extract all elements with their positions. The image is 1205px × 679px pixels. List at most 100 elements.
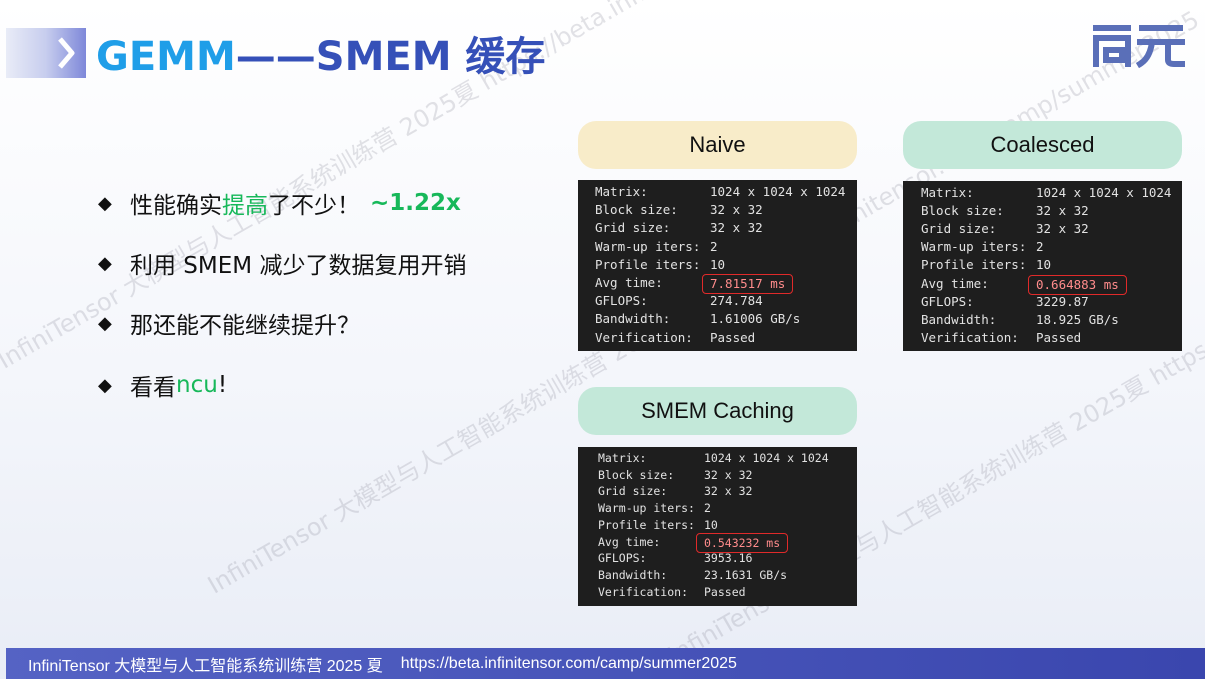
terminal-value: 32 x 32 xyxy=(704,467,753,482)
terminal-key: Bandwidth: xyxy=(921,311,997,327)
terminal-row: Grid size: 32 x 32 xyxy=(578,482,857,500)
terminal-key: Verification: xyxy=(598,584,689,599)
terminal-value: 1024 x 1024 x 1024 xyxy=(710,184,846,199)
title-dash: —— xyxy=(235,34,316,80)
terminal-key: Bandwidth: xyxy=(595,311,671,327)
terminal-value: 18.925 GB/s xyxy=(1036,311,1119,327)
bullet-text: 看看 xyxy=(130,375,176,401)
bullet-highlight: ncu xyxy=(176,372,218,398)
terminal-key: Matrix: xyxy=(598,451,647,465)
bullet-item-4: ◆ 看看 ncu! xyxy=(98,368,227,402)
terminal-value: 32 x 32 xyxy=(1036,221,1089,237)
terminal-key: Verification: xyxy=(595,329,693,345)
terminal-value: Passed xyxy=(704,584,746,599)
terminal-row: GFLOPS: 3953.16 xyxy=(578,549,857,567)
slide: InfiniTensor 大模型与人工智能系统训练营 2025夏 https:/… xyxy=(0,0,1205,679)
terminal-key: Block size: xyxy=(595,202,678,218)
terminal-value: 2 xyxy=(1036,239,1044,255)
terminal-value: Passed xyxy=(710,329,756,345)
terminal-row: Bandwidth: 18.925 GB/s xyxy=(903,311,1182,329)
terminal-row: Bandwidth: 23.1631 GB/s xyxy=(578,566,857,584)
terminal-row: GFLOPS: 274.784 xyxy=(578,292,857,310)
terminal-key: Grid size: xyxy=(598,484,668,499)
terminal-key: Warm-up iters: xyxy=(921,239,1027,255)
terminal-row: Verification: Passed xyxy=(903,329,1182,347)
terminal-output-smem-caching: Matrix: 1024 x 1024 x 1024 Block size: 32 x… xyxy=(578,447,857,606)
avg-time-highlight: 0.664883 ms xyxy=(1028,274,1127,295)
title-part1: GEMM xyxy=(96,34,236,80)
terminal-key: Avg time: xyxy=(921,275,989,291)
terminal-row: Block size: 32 x 32 xyxy=(578,201,857,219)
diamond-icon: ◆ xyxy=(98,252,112,274)
terminal-row: Avg time: 7.81517 ms xyxy=(578,274,857,294)
terminal-value: 1024 x 1024 x 1024 xyxy=(704,451,829,465)
terminal-key: Bandwidth: xyxy=(598,567,668,582)
bullet-text-post: ! xyxy=(217,372,228,398)
terminal-value: 274.784 xyxy=(710,293,763,309)
diamond-icon: ◆ xyxy=(98,312,112,334)
terminal-value: 32 x 32 xyxy=(710,202,763,218)
terminal-value: 1024 x 1024 x 1024 xyxy=(1036,185,1172,200)
terminal-value: 23.1631 GB/s xyxy=(704,567,788,582)
terminal-key: Warm-up iters: xyxy=(598,501,695,516)
page-title: GEMM——SMEM 缓存 xyxy=(96,24,545,82)
terminal-key: Warm-up iters: xyxy=(595,238,701,254)
qiyuan-logo xyxy=(1090,18,1186,70)
title-chevron-icon xyxy=(6,28,86,78)
bullet-item-1: ◆ 性能确实 提高 了不少！ ~1.22x xyxy=(98,186,461,220)
bullet-highlight: 提高 xyxy=(222,193,268,219)
terminal-key: Verification: xyxy=(921,329,1019,345)
diamond-icon: ◆ xyxy=(98,192,112,214)
terminal-key: Profile iters: xyxy=(598,517,695,532)
terminal-key: Profile iters: xyxy=(595,256,701,272)
avg-time-highlight: 7.81517 ms xyxy=(702,274,794,294)
terminal-key: Matrix: xyxy=(595,184,648,199)
terminal-row: Verification: Passed xyxy=(578,583,857,601)
terminal-value: 1.61006 GB/s xyxy=(710,311,801,327)
panel-label-naive: Naive xyxy=(578,121,857,169)
speedup-value: ~1.22x xyxy=(370,190,461,216)
bullet-text-post: 了不少！ xyxy=(268,193,360,219)
footer-bar: InfiniTensor 大模型与人工智能系统训练营 2025 夏 https:… xyxy=(6,648,1205,679)
terminal-row: Profile iters: 10 xyxy=(578,256,857,274)
panel-label-coalesced: Coalesced xyxy=(903,121,1182,169)
terminal-row: Profile iters: 10 xyxy=(903,256,1182,274)
terminal-row: Warm-up iters: 2 xyxy=(578,499,857,517)
terminal-row: Matrix: 1024 x 1024 x 1024 xyxy=(903,184,1182,202)
bullet-text: 那还能不能继续提升？ xyxy=(130,313,360,339)
terminal-row: Matrix: 1024 x 1024 x 1024 xyxy=(578,183,857,201)
terminal-value: 2 xyxy=(710,238,718,254)
footer-url: https://beta.infinitensor.com/camp/summe… xyxy=(400,654,737,672)
bullet-item-2: ◆ 利用 SMEM 减少了数据复用开销 xyxy=(98,246,466,280)
terminal-output-coalesced: Matrix: 1024 x 1024 x 1024 Block size: 32 x… xyxy=(903,181,1182,351)
footer-camp-name: InfiniTensor 大模型与人工智能系统训练营 2025 夏 xyxy=(28,657,383,675)
terminal-key: Avg time: xyxy=(598,534,661,549)
terminal-value: 3229.87 xyxy=(1036,293,1089,309)
terminal-row: Grid size: 32 x 32 xyxy=(903,220,1182,238)
terminal-key: GFLOPS: xyxy=(598,551,647,566)
diamond-icon: ◆ xyxy=(98,374,112,396)
terminal-value: 10 xyxy=(704,517,718,532)
terminal-row: Warm-up iters: 2 xyxy=(578,238,857,256)
terminal-key: Block size: xyxy=(921,203,1004,219)
terminal-row: Verification: Passed xyxy=(578,329,857,347)
terminal-row: Grid size: 32 x 32 xyxy=(578,219,857,237)
terminal-row: Bandwidth: 1.61006 GB/s xyxy=(578,310,857,328)
terminal-row: Block size: 32 x 32 xyxy=(578,466,857,484)
terminal-value: Passed xyxy=(1036,329,1082,345)
terminal-row: Avg time: 0.543232 ms xyxy=(578,532,857,553)
terminal-value: 32 x 32 xyxy=(710,220,763,236)
terminal-value: 32 x 32 xyxy=(704,484,753,499)
terminal-row: Profile iters: 10 xyxy=(578,516,857,534)
terminal-key: Grid size: xyxy=(921,221,997,237)
terminal-key: Grid size: xyxy=(595,220,671,236)
bullet-text: 利用 SMEM 减少了数据复用开销 xyxy=(130,253,467,279)
terminal-row: GFLOPS: 3229.87 xyxy=(903,293,1182,311)
terminal-value: 3953.16 xyxy=(704,551,753,566)
terminal-key: GFLOPS: xyxy=(921,293,974,309)
terminal-key: Block size: xyxy=(598,467,675,482)
terminal-row: Warm-up iters: 2 xyxy=(903,238,1182,256)
terminal-output-naive: Matrix: 1024 x 1024 x 1024 Block size: 32 x… xyxy=(578,180,857,351)
terminal-value: 32 x 32 xyxy=(1036,203,1089,219)
terminal-key: GFLOPS: xyxy=(595,293,648,309)
